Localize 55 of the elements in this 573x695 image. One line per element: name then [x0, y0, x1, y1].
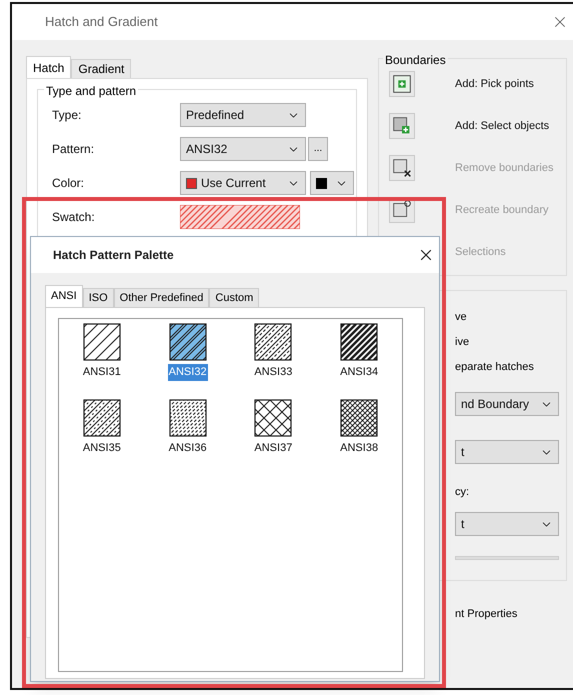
hatch-pattern-icon[interactable] [254, 323, 292, 361]
pattern-name[interactable]: ANSI37 [253, 440, 294, 456]
field-label: cy: [455, 484, 470, 500]
dropdown-value: t [461, 516, 464, 533]
tab[interactable]: Custom [209, 288, 260, 307]
field-label: Type: [52, 107, 82, 124]
option-dropdown[interactable]: nd Boundary [455, 392, 559, 416]
pattern-name[interactable]: ANSI38 [339, 440, 380, 456]
pattern-name[interactable]: ANSI35 [82, 440, 122, 456]
hatch-pattern-icon[interactable] [168, 398, 207, 436]
tab[interactable]: ANSI [45, 285, 83, 307]
window-title: Hatch and Gradient [45, 13, 158, 32]
field-label: Color: [52, 175, 86, 192]
dropdown-value: Predefined [186, 107, 244, 124]
dropdown-value: t [461, 444, 464, 461]
option-label[interactable]: nt Properties [455, 608, 518, 620]
slider-track[interactable] [455, 556, 559, 560]
pattern-name[interactable]: ANSI34 [339, 364, 380, 380]
boundary-tool-icon[interactable] [389, 155, 415, 181]
palette-title: Hatch Pattern Palette [53, 247, 174, 264]
pattern-name[interactable]: ANSI33 [253, 364, 294, 380]
option-label[interactable]: ve [455, 309, 467, 326]
pattern-dropdown[interactable]: ANSI32 [180, 137, 306, 161]
boundary-action[interactable]: Add: Pick points [455, 76, 534, 92]
type-dropdown[interactable]: Predefined [180, 103, 306, 127]
pattern-name[interactable]: ANSI31 [82, 364, 122, 380]
boundary-tool-icon[interactable] [389, 71, 415, 97]
hatch-pattern-icon[interactable] [82, 398, 121, 436]
tab[interactable]: Hatch [26, 56, 72, 78]
option-dropdown[interactable]: t [455, 440, 559, 464]
option-dropdown[interactable]: t [455, 512, 559, 536]
color-dropdown[interactable]: Use Current [180, 171, 306, 195]
field-label: Swatch: [52, 209, 96, 226]
field-label: Pattern: [52, 141, 96, 158]
tab[interactable]: ISO [82, 288, 114, 307]
background-color-dropdown[interactable] [310, 171, 354, 195]
hatch-pattern-icon[interactable] [340, 323, 378, 361]
hatch-pattern-icon[interactable] [254, 398, 292, 436]
hatch-pattern-icon[interactable] [340, 398, 378, 436]
dropdown-value: Use Current [201, 175, 266, 192]
option-label[interactable]: eparate hatches [455, 359, 534, 376]
hatch-pattern-icon[interactable] [168, 323, 207, 361]
color-square-icon [316, 178, 327, 188]
hatch-pattern-icon[interactable] [82, 323, 121, 361]
tab[interactable]: Gradient [71, 59, 132, 78]
option-label[interactable]: ive [455, 334, 470, 351]
pattern-name[interactable]: ANSI36 [168, 440, 208, 456]
browse-button[interactable]: ... [308, 137, 328, 161]
hatch-swatch[interactable] [180, 205, 300, 229]
dropdown-value: nd Boundary [461, 396, 530, 413]
boundary-action[interactable]: Add: Select objects [455, 118, 550, 134]
dropdown-value: ANSI32 [186, 141, 228, 158]
boundary-tool-icon[interactable] [389, 113, 415, 139]
tab[interactable]: Other Predefined [114, 288, 210, 307]
pattern-name[interactable]: ANSI32 [168, 364, 208, 380]
